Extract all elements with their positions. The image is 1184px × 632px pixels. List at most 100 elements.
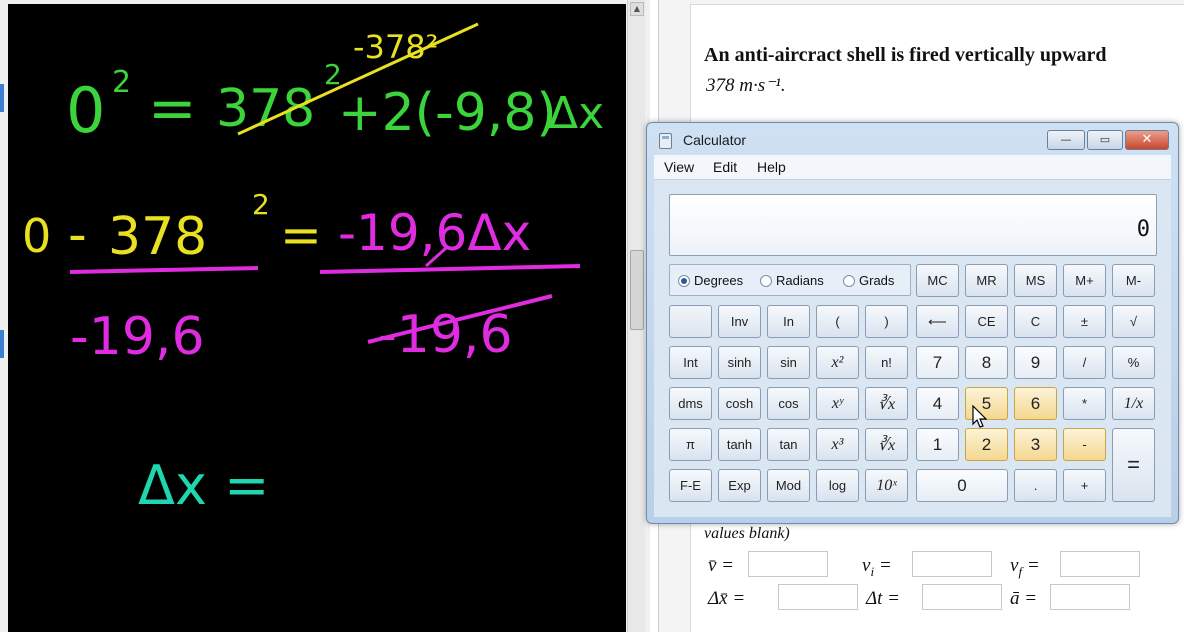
key-6[interactable]: 6 bbox=[1014, 387, 1057, 420]
key-add[interactable]: + bbox=[1063, 469, 1106, 502]
key-3[interactable]: 3 bbox=[1014, 428, 1057, 461]
menu-edit[interactable]: Edit bbox=[713, 159, 737, 175]
display-value: 0 bbox=[1136, 217, 1150, 242]
board-line1-term1: 378 bbox=[216, 79, 315, 139]
key-sqrt[interactable]: √ bbox=[1112, 305, 1155, 338]
radio-degrees-label: Degrees bbox=[694, 273, 744, 288]
key-tan[interactable]: tan bbox=[767, 428, 810, 461]
key-close-paren[interactable]: ) bbox=[865, 305, 908, 338]
key-equals[interactable]: = bbox=[1112, 428, 1155, 502]
key-1[interactable]: 1 bbox=[916, 428, 959, 461]
angle-mode-group: Degrees Radians Grads bbox=[669, 264, 911, 296]
key-multiply[interactable]: * bbox=[1063, 387, 1106, 420]
input-v-bar[interactable] bbox=[748, 551, 828, 577]
key-cos[interactable]: cos bbox=[767, 387, 810, 420]
label-v-i: vi = bbox=[862, 555, 892, 580]
problem-title: An anti-aircract shell is fired vertical… bbox=[704, 44, 1107, 66]
radio-radians-label: Radians bbox=[776, 273, 824, 288]
key-divide[interactable]: / bbox=[1063, 346, 1106, 379]
radio-empty-icon bbox=[760, 275, 772, 287]
key-sin[interactable]: sin bbox=[767, 346, 810, 379]
v-f-equals: = bbox=[1022, 555, 1040, 576]
key-subtract[interactable]: - bbox=[1063, 428, 1106, 461]
board-line2-minus: - bbox=[68, 205, 87, 265]
input-a-bar[interactable] bbox=[1050, 584, 1130, 610]
key-backspace[interactable]: ⟵ bbox=[916, 305, 959, 338]
key-blank[interactable] bbox=[669, 305, 712, 338]
key-percent[interactable]: % bbox=[1112, 346, 1155, 379]
key-mc[interactable]: MC bbox=[916, 264, 959, 297]
scroll-up-arrow-icon[interactable]: ▲ bbox=[630, 2, 644, 16]
key-x-pow-y[interactable]: xʸ bbox=[816, 387, 859, 420]
key-reciprocal[interactable]: 1/x bbox=[1112, 387, 1155, 420]
key-open-paren[interactable]: ( bbox=[816, 305, 859, 338]
key-y-root-x[interactable]: ∛x bbox=[865, 387, 908, 420]
radio-radians[interactable]: Radians bbox=[760, 273, 824, 288]
calculator-title: Calculator bbox=[683, 132, 747, 148]
blackboard-frame: 0 2 = 378 2 +2(-9,8) Δx -378² 0 - 378 2 … bbox=[0, 0, 650, 632]
key-4[interactable]: 4 bbox=[916, 387, 959, 420]
key-tanh[interactable]: tanh bbox=[718, 428, 761, 461]
key-mr[interactable]: MR bbox=[965, 264, 1008, 297]
input-dx-bar[interactable] bbox=[778, 584, 858, 610]
minimize-button[interactable]: — bbox=[1047, 130, 1085, 150]
key-8[interactable]: 8 bbox=[965, 346, 1008, 379]
key-ln[interactable]: In bbox=[767, 305, 810, 338]
key-2[interactable]: 2 bbox=[965, 428, 1008, 461]
key-c[interactable]: C bbox=[1014, 305, 1057, 338]
key-int[interactable]: Int bbox=[669, 346, 712, 379]
board-line2-term: 378 bbox=[108, 207, 207, 267]
label-a-bar: ā = bbox=[1010, 588, 1038, 609]
calculator-window[interactable]: Calculator — ▭ ✕ View Edit Help 0 Degree… bbox=[646, 122, 1179, 524]
board-fraction-bar-right bbox=[319, 264, 581, 274]
key-m-plus[interactable]: M+ bbox=[1063, 264, 1106, 297]
key-fe[interactable]: F-E bbox=[669, 469, 712, 502]
close-button[interactable]: ✕ bbox=[1125, 130, 1169, 150]
blackboard-canvas[interactable]: 0 2 = 378 2 +2(-9,8) Δx -378² 0 - 378 2 … bbox=[8, 4, 626, 632]
key-plus-minus[interactable]: ± bbox=[1063, 305, 1106, 338]
edge-marker bbox=[0, 330, 4, 358]
radio-grads[interactable]: Grads bbox=[843, 273, 894, 288]
key-log[interactable]: log bbox=[816, 469, 859, 502]
key-x-squared[interactable]: x² bbox=[816, 346, 859, 379]
board-strike-annotation: -378² bbox=[353, 28, 438, 66]
menu-help[interactable]: Help bbox=[757, 159, 786, 175]
board-scrollbar[interactable]: ▲ bbox=[627, 0, 645, 632]
board-line1-dx: Δx bbox=[548, 88, 604, 139]
board-scroll-thumb[interactable] bbox=[630, 250, 644, 330]
key-cosh[interactable]: cosh bbox=[718, 387, 761, 420]
key-pi[interactable]: π bbox=[669, 428, 712, 461]
key-9[interactable]: 9 bbox=[1014, 346, 1057, 379]
maximize-button[interactable]: ▭ bbox=[1087, 130, 1123, 150]
edge-marker bbox=[0, 84, 4, 112]
key-0[interactable]: 0 bbox=[916, 469, 1008, 502]
key-decimal[interactable]: . bbox=[1014, 469, 1057, 502]
menu-view[interactable]: View bbox=[664, 159, 694, 175]
key-inv[interactable]: Inv bbox=[718, 305, 761, 338]
input-v-i[interactable] bbox=[912, 551, 992, 577]
label-v-f: vf = bbox=[1010, 555, 1040, 580]
board-line3-left-den: -19,6 bbox=[70, 307, 205, 367]
mouse-cursor-icon bbox=[972, 405, 988, 428]
key-factorial[interactable]: n! bbox=[865, 346, 908, 379]
key-cube-root[interactable]: ∛x bbox=[865, 428, 908, 461]
calculator-titlebar[interactable]: Calculator — ▭ ✕ bbox=[647, 123, 1178, 155]
key-m-minus[interactable]: M- bbox=[1112, 264, 1155, 297]
board-line1-lhs-exp: 2 bbox=[112, 65, 131, 100]
radio-degrees[interactable]: Degrees bbox=[678, 273, 743, 288]
key-7[interactable]: 7 bbox=[916, 346, 959, 379]
label-dx-bar: Δx̄ = bbox=[708, 588, 746, 609]
key-x-cubed[interactable]: x³ bbox=[816, 428, 859, 461]
key-exp[interactable]: Exp bbox=[718, 469, 761, 502]
key-dms[interactable]: dms bbox=[669, 387, 712, 420]
key-ten-pow-x[interactable]: 10ˣ bbox=[865, 469, 908, 502]
key-sinh[interactable]: sinh bbox=[718, 346, 761, 379]
key-ms[interactable]: MS bbox=[1014, 264, 1057, 297]
problem-speed: 378 m·s⁻¹. bbox=[706, 75, 786, 96]
input-v-f[interactable] bbox=[1060, 551, 1140, 577]
board-line2-eq: = bbox=[280, 206, 322, 264]
key-ce[interactable]: CE bbox=[965, 305, 1008, 338]
key-mod[interactable]: Mod bbox=[767, 469, 810, 502]
board-fraction-bar-left bbox=[69, 266, 259, 274]
input-dt[interactable] bbox=[922, 584, 1002, 610]
